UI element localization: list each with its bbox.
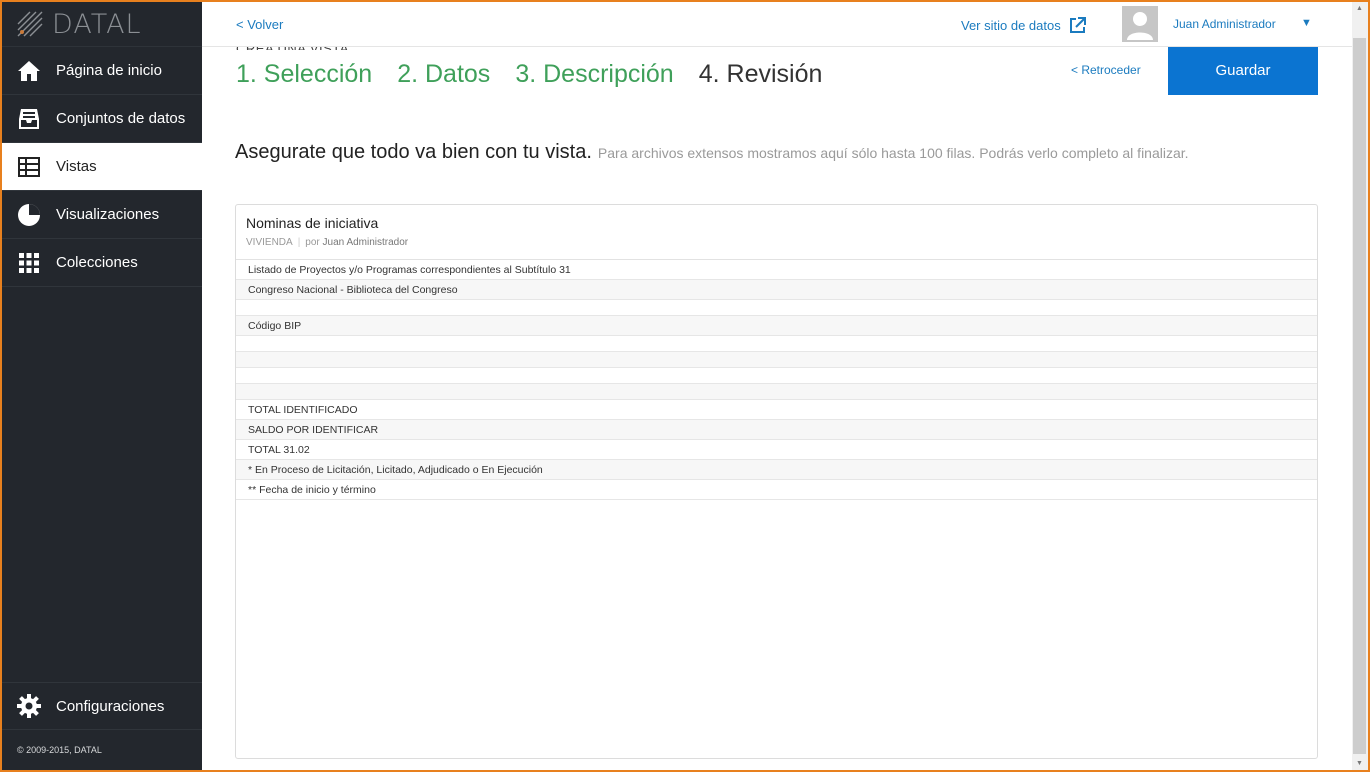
wizard-steps: 1. Selección 2. Datos 3. Descripción 4. …	[236, 60, 847, 89]
sidebar-item-label: Página de inicio	[56, 62, 162, 79]
save-button[interactable]: Guardar	[1168, 46, 1318, 95]
sidebar-footer: Configuraciones © 2009-2015, DATAL	[2, 682, 202, 770]
step-selection[interactable]: 1. Selección	[236, 60, 372, 89]
view-preview-card: Nominas de iniciativa VIVIENDA | por Juan …	[235, 204, 1318, 759]
scroll-thumb[interactable]	[1353, 38, 1366, 754]
grid-icon	[17, 251, 41, 275]
review-heading: Asegurate que todo va bien con tu vista.…	[235, 141, 1189, 164]
category-label: VIVIENDA	[246, 237, 293, 248]
review-title: Asegurate que todo va bien con tu vista.	[235, 141, 592, 163]
table-row	[236, 336, 1317, 352]
previous-step-link[interactable]: < Retroceder	[1071, 63, 1141, 77]
table-row: TOTAL 31.02	[236, 440, 1317, 460]
logo-icon	[17, 11, 43, 37]
sidebar-item-label: Colecciones	[56, 254, 138, 271]
scroll-up-icon[interactable]: ▲	[1356, 5, 1363, 12]
table-row: TOTAL IDENTIFICADO	[236, 400, 1317, 420]
step-review: 4. Revisión	[698, 60, 823, 88]
pie-chart-icon	[17, 203, 41, 227]
home-icon	[17, 59, 41, 83]
view-data-site-label: Ver sitio de datos	[961, 18, 1061, 33]
logo-text: DATAL	[52, 8, 142, 40]
scroll-down-icon[interactable]: ▼	[1356, 760, 1363, 767]
author-name: Juan Administrador	[322, 237, 409, 248]
preview-table: Listado de Proyectos y/o Programas corre…	[236, 260, 1317, 500]
avatar[interactable]	[1122, 6, 1158, 42]
table-icon	[17, 155, 41, 179]
table-row	[236, 368, 1317, 384]
table-row: SALDO POR IDENTIFICAR	[236, 420, 1317, 440]
back-link[interactable]: < Volver	[236, 17, 283, 32]
logo[interactable]: DATAL	[2, 2, 202, 47]
copyright: © 2009-2015, DATAL	[17, 745, 102, 755]
sidebar-item-settings[interactable]: Configuraciones	[2, 682, 202, 730]
sidebar-item-visualizations[interactable]: Visualizaciones	[2, 191, 202, 239]
table-row: ** Fecha de inicio y término	[236, 480, 1317, 500]
card-title: Nominas de iniciativa	[246, 215, 379, 231]
table-row: * En Proceso de Licitación, Licitado, Ad…	[236, 460, 1317, 480]
card-header: Nominas de iniciativa VIVIENDA | por Juan …	[236, 205, 1317, 260]
step-description[interactable]: 3. Descripción	[515, 60, 673, 89]
sidebar: DATAL Página de inicio Conjuntos de dato…	[2, 2, 202, 770]
table-row	[236, 300, 1317, 316]
inbox-icon	[17, 107, 41, 131]
user-menu[interactable]: Juan Administrador	[1173, 17, 1276, 31]
sidebar-item-views[interactable]: Vistas	[2, 143, 202, 191]
sidebar-item-label: Configuraciones	[56, 697, 165, 715]
user-icon	[1127, 12, 1153, 40]
gear-icon	[17, 694, 41, 718]
card-meta: VIVIENDA | por Juan Administrador	[246, 237, 409, 248]
table-row: Listado de Proyectos y/o Programas corre…	[236, 260, 1317, 280]
sidebar-item-label: Visualizaciones	[56, 206, 160, 223]
review-subtitle: Para archivos extensos mostramos aquí só…	[597, 145, 1189, 161]
view-data-site-link[interactable]: Ver sitio de datos	[961, 17, 1086, 34]
caret-down-icon[interactable]: ▼	[1301, 17, 1312, 29]
table-row	[236, 352, 1317, 368]
author-prefix: por	[305, 237, 320, 248]
table-row	[236, 384, 1317, 400]
sidebar-item-datasets[interactable]: Conjuntos de datos	[2, 95, 202, 143]
sidebar-item-home[interactable]: Página de inicio	[2, 47, 202, 95]
sidebar-item-collections[interactable]: Colecciones	[2, 239, 202, 287]
sidebar-item-label: Vistas	[56, 158, 97, 175]
step-data[interactable]: 2. Datos	[397, 60, 490, 89]
sidebar-item-label: Conjuntos de datos	[56, 110, 186, 127]
external-link-icon	[1069, 17, 1086, 33]
top-bar: < Volver Ver sitio de datos Juan Adminis…	[202, 2, 1352, 47]
table-row: Congreso Nacional - Biblioteca del Congr…	[236, 280, 1317, 300]
vertical-scrollbar[interactable]: ▲ ▼	[1352, 2, 1368, 770]
table-row: Código BIP	[236, 316, 1317, 336]
